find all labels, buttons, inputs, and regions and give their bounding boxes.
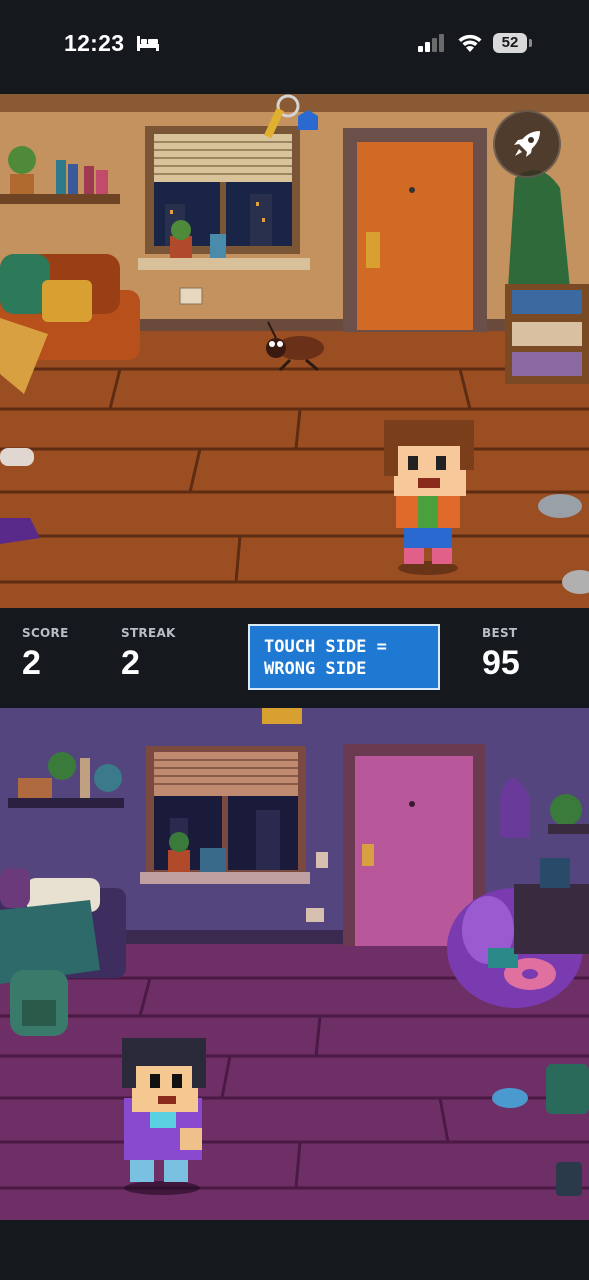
streak-label: STREAK — [121, 626, 176, 640]
hint-banner: TOUCH SIDE = WRONG SIDE — [248, 624, 440, 690]
rocket-button[interactable] — [493, 110, 561, 178]
battery-tip — [529, 39, 532, 47]
top-room-art — [0, 94, 589, 608]
streak-stat: STREAK 2 — [121, 626, 176, 682]
bottom-room-scene[interactable] — [0, 708, 589, 1220]
score-label: SCORE — [22, 626, 69, 640]
best-stat: BEST 95 — [482, 626, 520, 682]
bed-icon — [137, 36, 159, 51]
bottom-bar — [0, 1220, 589, 1280]
best-value: 95 — [482, 644, 520, 682]
best-label: BEST — [482, 626, 518, 640]
status-bar: 12:23 52 — [0, 0, 589, 94]
streak-value: 2 — [121, 644, 140, 682]
score-value: 2 — [22, 644, 41, 682]
top-room-scene[interactable] — [0, 94, 589, 608]
bottom-room-art — [0, 708, 589, 1220]
rocket-icon — [514, 131, 540, 157]
battery-icon: 52 — [493, 33, 527, 53]
wifi-icon — [458, 34, 482, 52]
score-stat: SCORE 2 — [22, 626, 69, 682]
cellular-signal-icon — [418, 34, 444, 52]
clock: 12:23 — [64, 30, 125, 56]
top-floor — [0, 331, 589, 608]
